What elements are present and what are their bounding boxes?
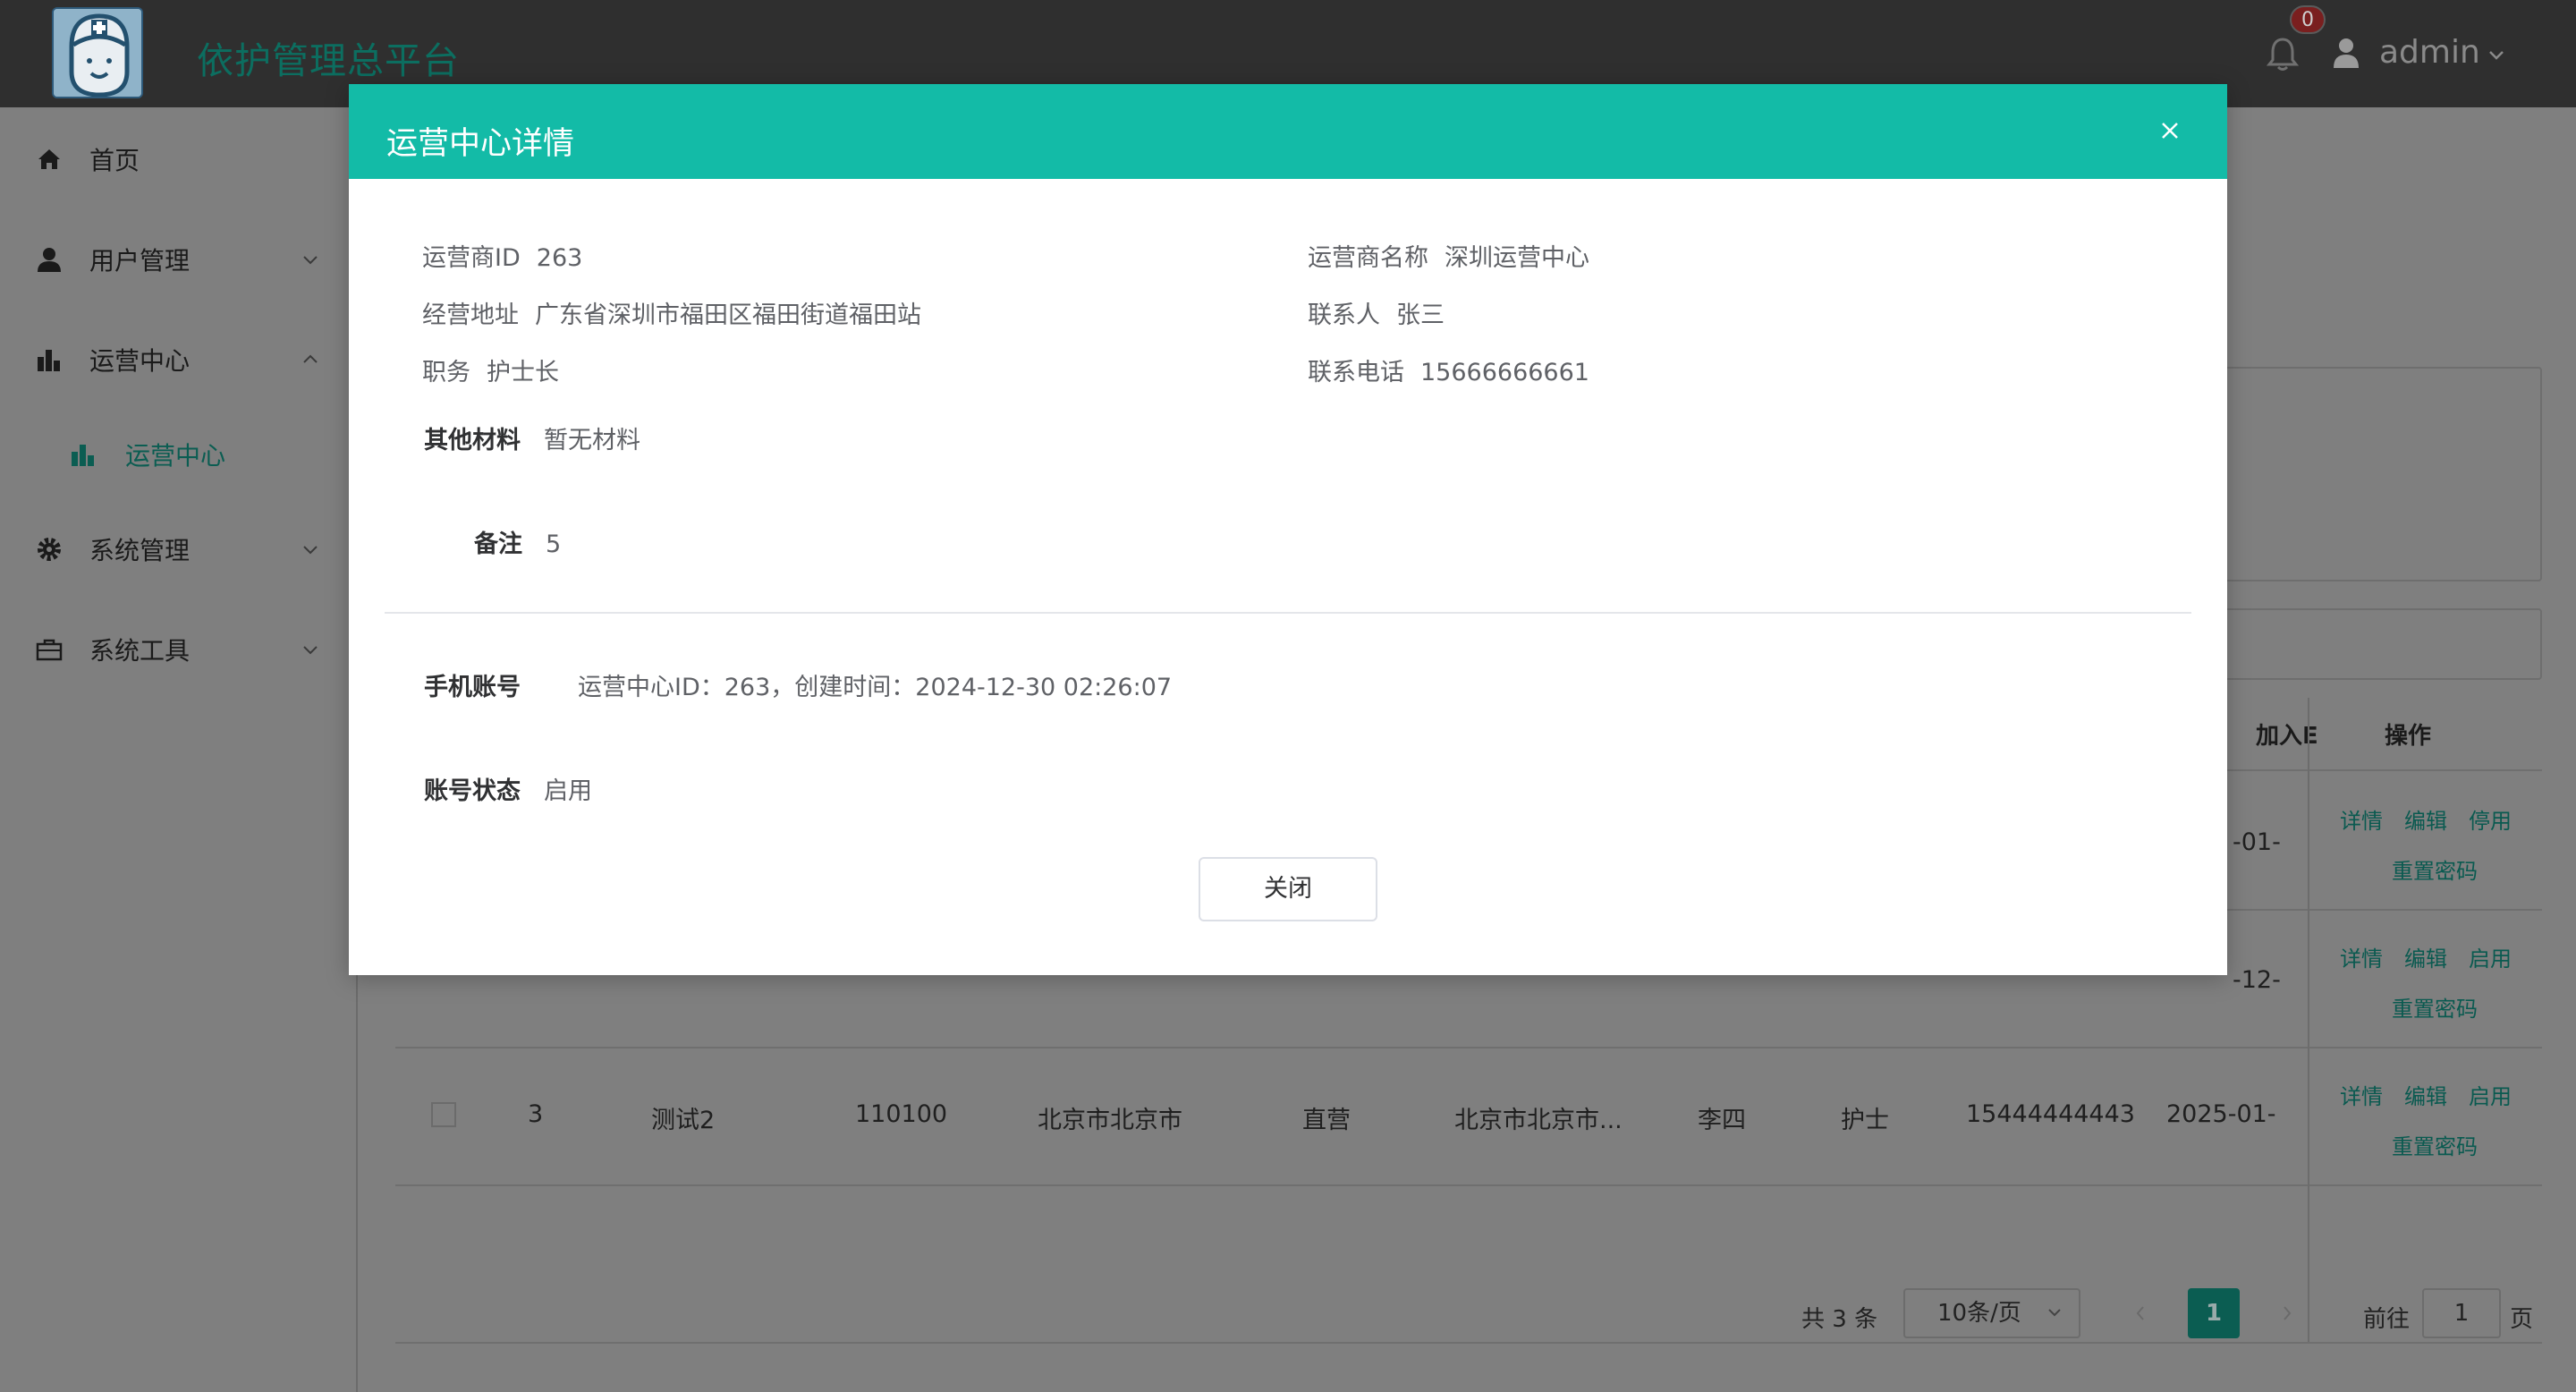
table-cell-date: -12- [2233,966,2281,994]
table-cell-index: 3 [528,1100,544,1128]
field-address: 经营地址 广东省深圳市福田区福田街道福田站 [422,295,921,330]
fixed-column-divider [2308,698,2542,1342]
field-phone: 联系电话 15666666661 [1308,352,1589,387]
sidebar-item-label: 运营中心 [125,441,226,471]
brand-title: 依护管理总平台 [197,39,460,82]
next-page-button[interactable] [2261,1288,2313,1338]
chevron-down-icon [301,539,320,559]
user-icon [36,246,63,273]
table-cell-address: 北京市北京市... [1454,1107,1623,1134]
page-suffix: 页 [2510,1306,2534,1333]
page-size-select[interactable]: 10条/页 [1903,1288,2080,1338]
table-cell-date: -01- [2233,828,2281,856]
sidebar-item-label: 运营中心 [89,346,191,376]
row-checkbox[interactable] [431,1102,456,1127]
field-operator-name: 运营商名称 深圳运营中心 [1308,238,1589,273]
table-cell-name: 测试2 [651,1107,716,1134]
table-cell-position: 护士 [1841,1107,1889,1134]
field-label: 其他材料 [424,427,521,454]
sidebar-item-system-management[interactable]: 系统管理 [0,514,358,585]
pagination: 共 3 条 10条/页 1 前往 1 页 [0,1288,2576,1342]
field-position: 职务 护士长 [422,352,559,387]
table-cell-phone: 15444444443 [1966,1100,2135,1128]
field-value: 护士长 [487,359,559,386]
chevron-left-icon [2136,1306,2144,1320]
field-label: 运营商ID [422,244,521,272]
field-operator-id: 运营商ID 263 [422,238,582,273]
field-value: 暂无材料 [544,427,640,454]
chevron-down-icon [301,640,320,659]
close-button[interactable]: 关闭 [1199,857,1377,921]
field-value: 广东省深圳市福田区福田街道福田站 [535,301,921,329]
chevron-down-icon [2046,1290,2063,1353]
sidebar: 首页 用户管理 运营中心 运营中心 系统管理 系统工具 [0,107,358,1392]
sidebar-item-label: 系统工具 [89,636,191,666]
field-label: 运营商名称 [1308,244,1428,272]
pagination-total: 共 3 条 [1801,1306,1878,1333]
prev-page-button[interactable] [2114,1288,2166,1338]
field-label: 职务 [422,359,470,386]
notification-badge: 0 [2290,5,2326,34]
field-label: 联系电话 [1308,359,1404,386]
field-mobile-account: 手机账号 运营中心ID：263，创建时间：2024-12-30 02:26:07 [424,667,1172,702]
nurse-logo [52,7,143,98]
field-materials: 其他材料 暂无材料 [424,420,640,455]
row-divider [395,1047,2542,1048]
gear-icon [36,536,63,563]
sidebar-item-label: 系统管理 [89,536,191,565]
chevron-right-icon [2284,1306,2292,1320]
username-label[interactable]: admin [2379,34,2480,71]
goto-page-input[interactable]: 1 [2422,1288,2501,1338]
table-cell-contact: 李四 [1698,1107,1746,1134]
chevron-down-icon[interactable] [2487,45,2506,64]
section-divider [385,612,2191,614]
toolbox-icon [36,636,63,663]
sidebar-item-label: 用户管理 [89,246,191,276]
field-value: 263 [536,244,583,272]
field-label: 经营地址 [422,301,519,329]
sidebar-item-operation-center[interactable]: 运营中心 [0,324,358,395]
table-cell-region: 北京市北京市 [1038,1107,1182,1134]
field-value: 张三 [1396,301,1445,329]
chevron-up-icon [301,350,320,369]
table-cell-code: 110100 [855,1100,948,1128]
home-icon [36,146,63,173]
bar-chart-icon [70,441,97,468]
field-value: 启用 [544,777,592,805]
table-cell-date: 2025-01- [2166,1100,2276,1128]
bell-icon[interactable] [2266,36,2300,72]
bar-chart-icon [36,346,63,373]
goto-label: 前往 [2363,1306,2411,1333]
page-size-value: 10条/页 [1937,1300,2021,1327]
field-remark: 备注 5 [474,524,561,559]
sidebar-item-system-tools[interactable]: 系统工具 [0,614,358,685]
field-value: 深圳运营中心 [1445,244,1589,272]
user-avatar-icon[interactable] [2333,38,2360,68]
field-label: 联系人 [1308,301,1380,329]
field-value: 5 [546,530,562,558]
close-icon[interactable] [2157,118,2182,143]
field-value: 运营中心ID：263，创建时间：2024-12-30 02:26:07 [578,674,1173,701]
row-divider [395,1184,2542,1186]
sidebar-subitem-operation-center[interactable]: 运营中心 [0,419,358,490]
field-label: 账号状态 [424,777,521,805]
field-account-status: 账号状态 启用 [424,771,592,806]
field-value: 15666666661 [1420,359,1589,386]
field-label: 备注 [474,530,522,558]
page-number-current[interactable]: 1 [2188,1288,2240,1338]
field-label: 手机账号 [424,674,521,701]
sidebar-item-home[interactable]: 首页 [0,123,358,195]
dialog-header: 运营中心详情 [349,84,2227,179]
chevron-down-icon [301,250,320,269]
detail-dialog: 运营中心详情 运营商ID 263 运营商名称 深圳运营中心 经营地址 广东省深圳市福田… [349,84,2227,975]
sidebar-item-label: 首页 [89,146,140,175]
dialog-title: 运营中心详情 [386,126,575,162]
field-contact: 联系人 张三 [1308,295,1445,330]
table-cell-type: 直营 [1302,1107,1351,1134]
table-bottom-border [395,1342,2542,1344]
sidebar-item-user-management[interactable]: 用户管理 [0,224,358,295]
